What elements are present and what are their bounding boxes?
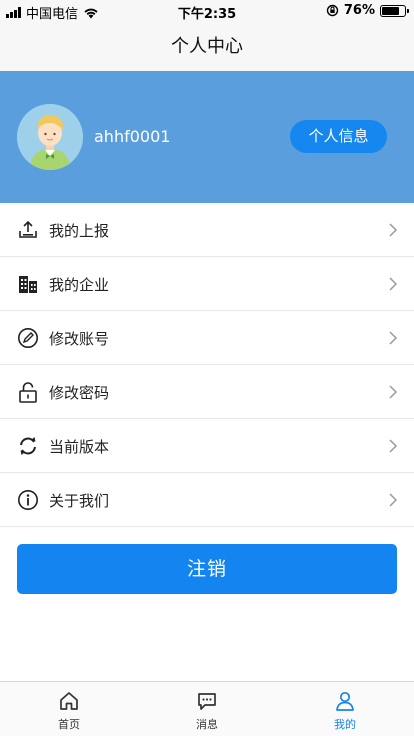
profile-banner: ahhf0001 个人信息 xyxy=(0,71,414,203)
logout-button[interactable]: 注销 xyxy=(17,544,397,594)
message-icon xyxy=(198,693,216,710)
building-icon xyxy=(19,276,37,293)
tab-messages[interactable]: 消息 xyxy=(138,682,276,736)
chevron-right-icon xyxy=(389,439,398,453)
menu-item-edit-account[interactable]: 修改账号 xyxy=(0,311,414,365)
tab-label: 消息 xyxy=(196,718,218,731)
page-title: 个人中心 xyxy=(0,22,414,71)
menu-item-my-company[interactable]: 我的企业 xyxy=(0,257,414,311)
status-right: 76% xyxy=(326,3,409,18)
profile-info-button[interactable]: 个人信息 xyxy=(290,120,387,153)
menu-item-about-us[interactable]: 关于我们 xyxy=(0,473,414,527)
tab-label: 我的 xyxy=(334,718,356,731)
battery-icon xyxy=(380,4,409,17)
battery-percent: 76% xyxy=(343,3,375,18)
chevron-right-icon xyxy=(389,277,398,291)
refresh-icon xyxy=(20,437,36,455)
menu-item-label: 我的上报 xyxy=(49,222,110,240)
battery-fill xyxy=(382,6,399,15)
info-icon xyxy=(18,490,38,510)
settings-menu: 我的上报 我的企业 修改账号 修改密码 当前版本 关于我们 xyxy=(0,203,414,527)
status-bar: 中国电信 下午2:35 76% xyxy=(0,0,414,22)
home-icon xyxy=(60,692,78,710)
avatar-illustration xyxy=(17,104,83,170)
orientation-lock-icon xyxy=(326,4,339,17)
menu-item-label: 关于我们 xyxy=(49,492,110,510)
unlock-icon xyxy=(19,382,37,403)
menu-item-label: 修改账号 xyxy=(49,330,110,348)
username: ahhf0001 xyxy=(94,127,171,146)
chevron-right-icon xyxy=(389,385,398,399)
tab-mine[interactable]: 我的 xyxy=(276,682,414,736)
edit-pen-icon xyxy=(18,328,38,348)
user-avatar-icon[interactable] xyxy=(17,104,83,170)
upload-icon xyxy=(19,220,37,238)
menu-item-label: 我的企业 xyxy=(49,276,110,294)
chevron-right-icon xyxy=(389,331,398,345)
menu-item-label: 当前版本 xyxy=(49,438,110,456)
tab-home[interactable]: 首页 xyxy=(0,682,138,736)
menu-item-my-reports[interactable]: 我的上报 xyxy=(0,203,414,257)
tab-label: 首页 xyxy=(58,718,80,731)
menu-item-change-password[interactable]: 修改密码 xyxy=(0,365,414,419)
menu-item-current-version[interactable]: 当前版本 xyxy=(0,419,414,473)
menu-item-label: 修改密码 xyxy=(49,384,110,402)
chevron-right-icon xyxy=(389,493,398,507)
chevron-right-icon xyxy=(389,223,398,237)
bottom-tab-bar: 首页 消息 我的 xyxy=(0,681,414,736)
person-icon xyxy=(336,691,354,711)
